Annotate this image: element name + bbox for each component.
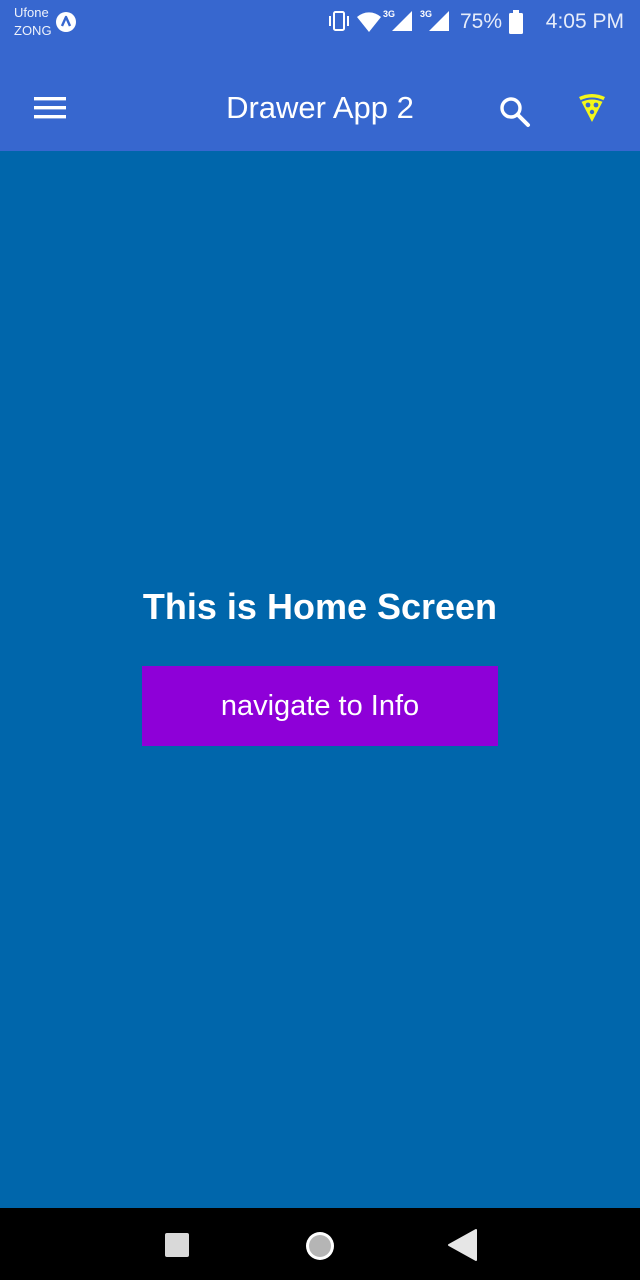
status-icons: 3G 3G 75% 4:05 PM <box>320 0 640 44</box>
carrier-name-1: Ufone <box>14 5 49 20</box>
search-button[interactable] <box>490 88 538 136</box>
app-title: Drawer App 2 <box>226 90 414 125</box>
vibrate-icon <box>329 11 349 31</box>
battery-percentage: 75% <box>460 10 503 33</box>
pizza-button[interactable] <box>568 88 616 136</box>
cell-signal-icon-2 <box>429 11 449 31</box>
menu-button[interactable] <box>22 81 78 137</box>
navigate-to-info-button[interactable]: navigate to Info <box>142 666 498 746</box>
app-bar: Drawer App 2 <box>0 44 640 151</box>
cell-signal-icon-1 <box>392 11 412 31</box>
home-screen-heading: This is Home Screen <box>142 586 498 627</box>
carrier-labels: Ufone ZONG <box>14 4 52 40</box>
battery-icon <box>509 10 523 34</box>
status-bar: Ufone ZONG 3G 3G 75% 4:05 PM <box>0 0 640 44</box>
clock: 4:05 PM <box>545 10 624 33</box>
hamburger-menu-icon <box>34 97 66 119</box>
recents-square-icon[interactable] <box>164 1232 190 1258</box>
carrier-name-2: ZONG <box>14 23 52 38</box>
pizza-icon <box>579 94 605 122</box>
back-triangle-icon[interactable] <box>446 1228 478 1262</box>
system-navigation-bar <box>0 1208 640 1280</box>
home-circle-icon[interactable] <box>304 1230 336 1262</box>
search-icon <box>500 97 530 127</box>
data-saver-icon <box>56 12 76 32</box>
wifi-icon <box>357 12 381 32</box>
